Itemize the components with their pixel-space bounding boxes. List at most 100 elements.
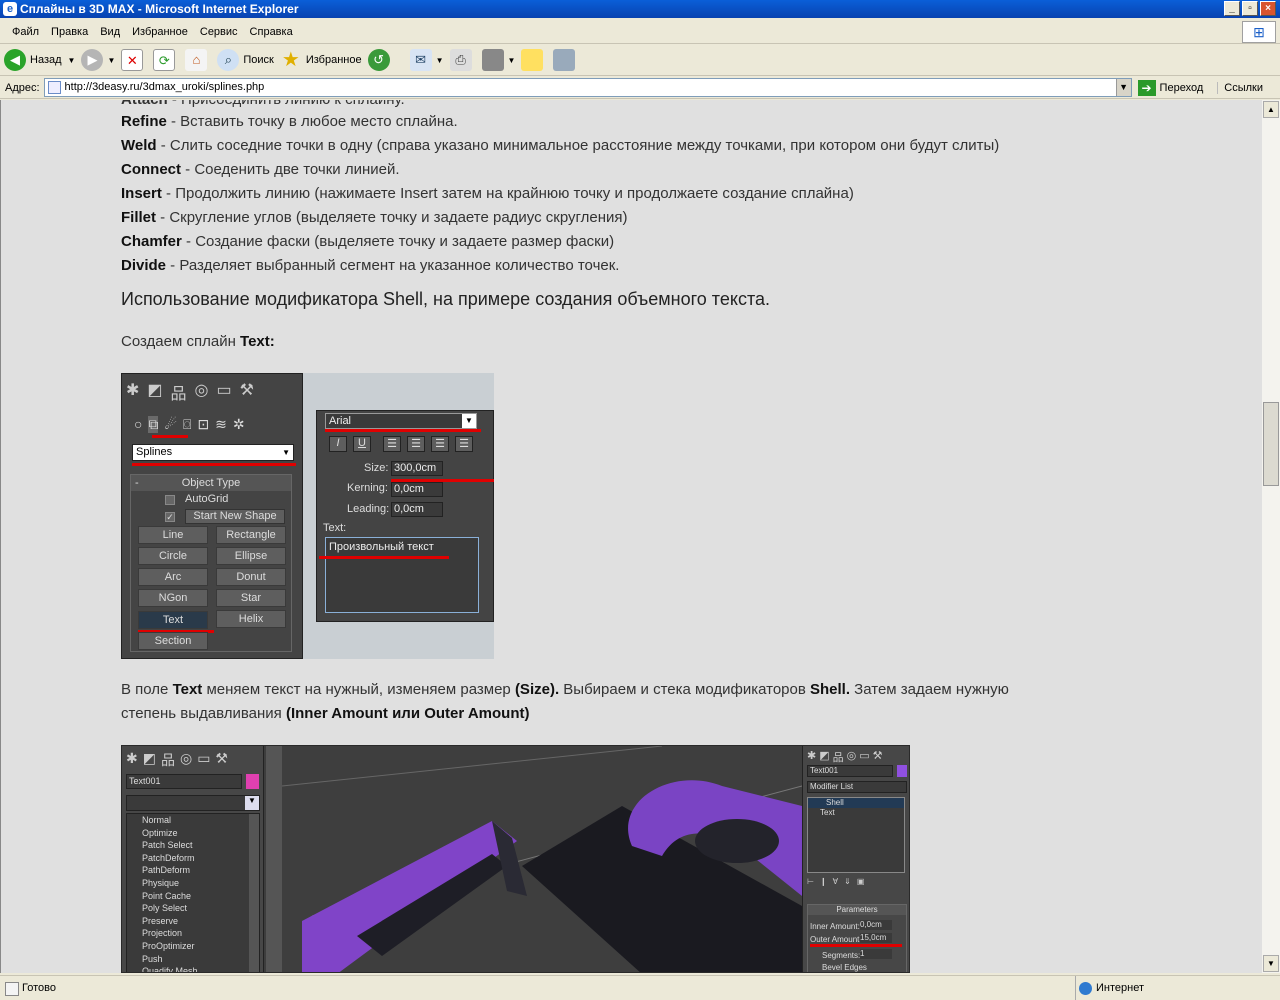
refresh-button[interactable]: ⟳ [153,49,179,71]
parameters-rollout[interactable]: Parameters [808,905,906,915]
scroll-down-button[interactable]: ▼ [1263,955,1279,972]
stack-item-text[interactable]: Text [808,808,904,818]
windows-logo-icon: ⊞ [1242,21,1276,43]
right-object-name[interactable]: Text001 [807,765,893,777]
modifier-list-item[interactable]: PatchDeform [142,852,198,865]
stop-button[interactable]: ✕ [121,49,147,71]
modifier-list-item[interactable]: ProOptimizer [142,940,198,953]
back-arrow-icon: ◀ [4,49,26,71]
go-button[interactable]: ➔ Переход [1137,79,1203,96]
menu-help[interactable]: Справка [244,26,299,38]
viewport-3d[interactable] [282,746,802,973]
font-dropdown[interactable]: Arial ▼ [325,413,477,429]
paragraph-instructions-1: В поле Text меняем текст на нужный, изме… [121,681,1009,698]
modifier-list-item[interactable]: Poly Select [142,902,198,915]
autogrid-label: AutoGrid [185,493,229,505]
section-button[interactable]: Section [138,632,208,650]
forward-button[interactable]: ▶ ▼ [81,49,115,71]
modifier-stack[interactable]: Shell Text [807,797,905,873]
circle-button[interactable]: Circle [138,547,208,565]
page-icon [47,81,61,94]
research-icon [553,49,576,71]
modifier-list-item[interactable]: Push [142,953,198,966]
menu-view[interactable]: Вид [94,26,126,38]
links-button[interactable]: Ссылки [1217,81,1263,94]
modifier-list-dropdown[interactable]: ▼ [126,795,260,811]
align-right-button[interactable]: ☰ [431,436,449,452]
underline-button[interactable]: U [353,436,371,452]
start-new-shape-button[interactable]: Start New Shape [185,509,285,524]
maximize-button[interactable]: ▫ [1242,1,1258,16]
back-button[interactable]: ◀ Назад ▼ [4,49,75,71]
outer-amount-spinner[interactable]: 15,0cm [860,933,892,943]
modifier-list-item[interactable]: Projection [142,927,198,940]
line-connect: Connect - Соеденить две точки линией. [121,161,400,178]
modifier-list-item[interactable]: Quadify Mesh [142,965,198,972]
right-modifier-list[interactable]: Modifier List [807,781,907,793]
donut-button[interactable]: Donut [216,568,286,586]
geometry-icon: ○ [134,416,143,432]
justify-button[interactable]: ☰ [455,436,473,452]
object-color-swatch[interactable] [246,774,259,789]
inner-amount-spinner[interactable]: 0,0cm [860,920,892,930]
line-divide: Divide - Разделяет выбранный сегмент на … [121,257,620,274]
right-color-swatch[interactable] [897,765,907,777]
modifier-list-item[interactable]: Patch Select [142,839,198,852]
category-dropdown[interactable]: Splines ▼ [132,444,294,461]
align-left-button[interactable]: ☰ [383,436,401,452]
mail-button[interactable]: ✉ ▼ [409,49,444,71]
refresh-icon: ⟳ [153,49,176,71]
minimize-button[interactable]: _ [1224,1,1240,16]
print-button[interactable]: ⎙ [449,49,476,71]
menu-file[interactable]: Файл [6,26,45,38]
modifier-list-item[interactable]: Point Cache [142,890,198,903]
scroll-thumb[interactable] [1263,402,1279,486]
text-button[interactable]: Text [138,611,208,629]
vertical-scrollbar[interactable]: ▲ ▼ [1262,100,1280,973]
helix-button[interactable]: Helix [216,610,286,628]
favorites-button[interactable]: ★ Избранное [280,49,362,71]
modifier-list-item[interactable]: PathDeform [142,864,198,877]
modifier-list[interactable]: Normal Optimize Patch Select PatchDeform Pat… [126,813,260,972]
address-url: http://3deasy.ru/3dmax_uroki/splines.php [64,81,265,93]
menu-edit[interactable]: Правка [45,26,94,38]
modifier-list-item[interactable]: Preserve [142,915,198,928]
menu-favorites[interactable]: Избранное [126,26,194,38]
segments-spinner[interactable]: 1 [860,949,892,959]
ngon-button[interactable]: NGon [138,589,208,607]
helpers-icon: ⊡ [197,416,210,432]
object-name-field[interactable]: Text001 [126,774,242,789]
edit-button[interactable]: ▼ [481,49,515,71]
menu-tools[interactable]: Сервис [194,26,244,38]
discuss-button[interactable] [521,49,547,71]
home-button[interactable]: ⌂ [185,49,211,71]
close-button[interactable]: × [1260,1,1276,16]
window-titlebar: e Сплайны в 3D MAX - Microsoft Internet … [0,0,1280,18]
modifier-list-item[interactable]: Physique [142,877,198,890]
modifier-list-item[interactable]: Optimize [142,827,198,840]
rectangle-button[interactable]: Rectangle [216,526,286,544]
search-button[interactable]: ⌕ Поиск [217,49,274,71]
star-button[interactable]: Star [216,589,286,607]
align-center-button[interactable]: ☰ [407,436,425,452]
history-button[interactable]: ↺ [367,49,394,71]
line-button[interactable]: Line [138,526,208,544]
leading-spinner[interactable]: 0,0cm [391,502,443,517]
scroll-up-button[interactable]: ▲ [1263,101,1279,118]
text-area[interactable]: Произвольный текст [325,537,479,613]
address-input[interactable]: http://3deasy.ru/3dmax_uroki/splines.php… [43,78,1132,97]
line-fillet: Fillet - Скругление углов (выделяете точ… [121,209,628,226]
size-spinner[interactable]: 300,0cm [391,461,443,476]
kerning-spinner[interactable]: 0,0cm [391,482,443,497]
address-dropdown[interactable]: ▼ [1115,79,1131,96]
forward-arrow-icon: ▶ [81,49,104,71]
stack-item-shell[interactable]: Shell [808,798,904,808]
arc-button[interactable]: Arc [138,568,208,586]
go-arrow-icon: ➔ [1137,79,1156,96]
ellipse-button[interactable]: Ellipse [216,547,286,565]
modifier-list-item[interactable]: Normal [142,814,198,827]
italic-button[interactable]: I [329,436,347,452]
research-button[interactable] [553,49,579,71]
rollout-title[interactable]: Object Type [131,475,291,491]
bevel-edges-checkbox[interactable]: Bevel Edges [822,963,867,972]
